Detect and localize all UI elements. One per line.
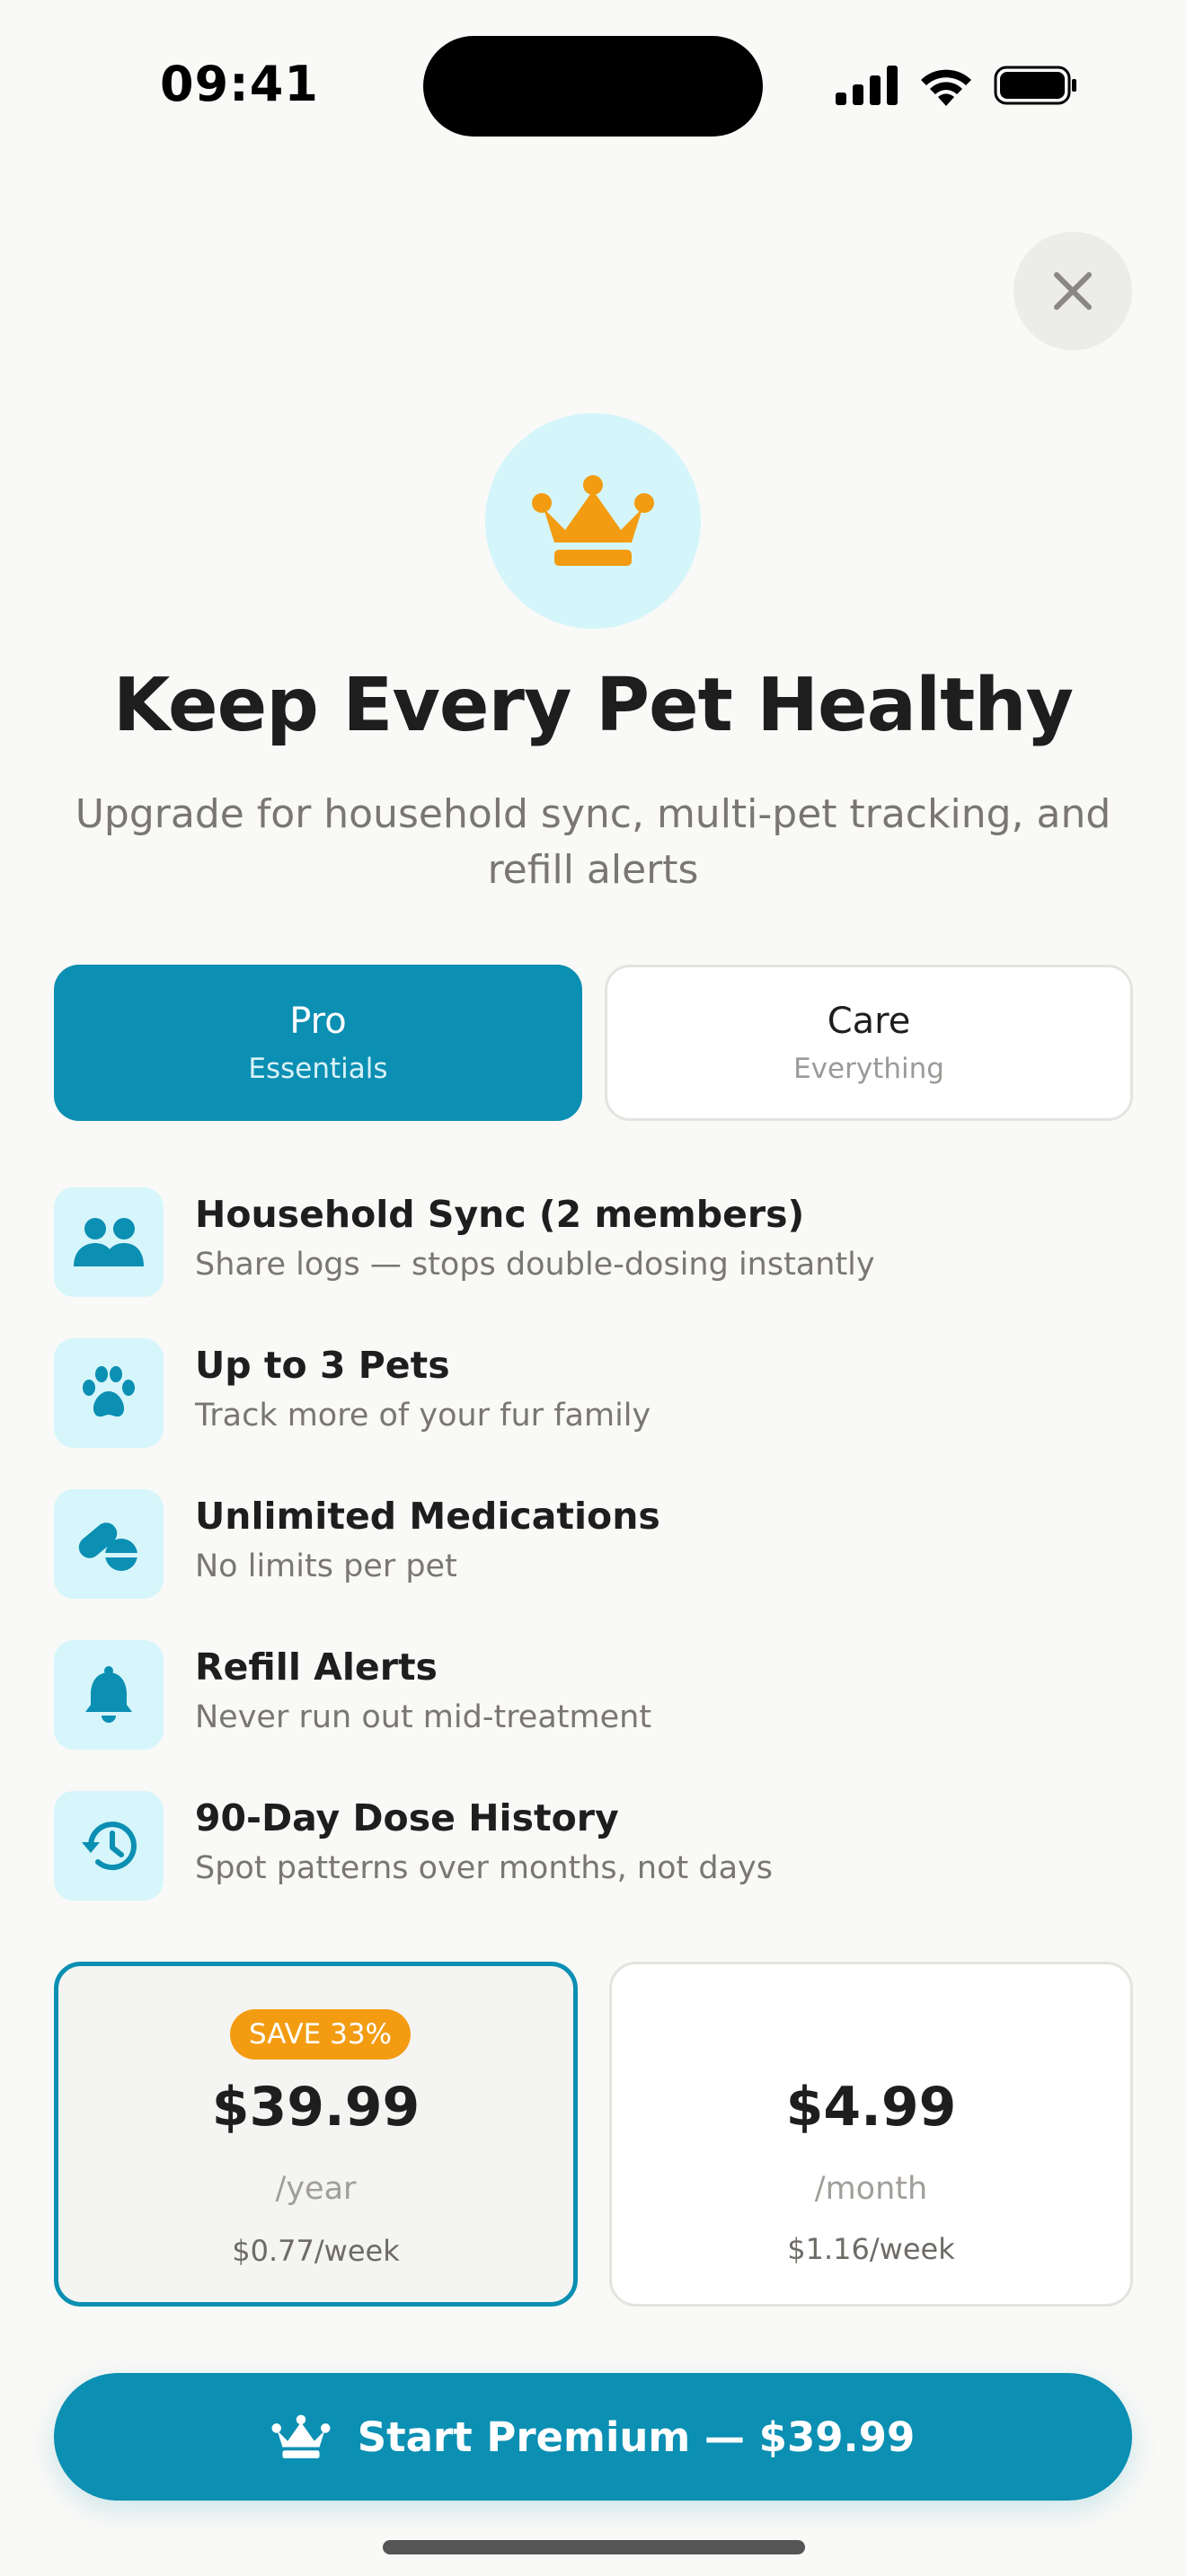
feature-title: Refill Alerts (195, 1645, 438, 1689)
feature-description: Share logs — stops double-dosing instant… (195, 1247, 875, 1283)
feature-title: 90-Day Dose History (195, 1796, 619, 1839)
bell-icon (54, 1640, 164, 1750)
page-title: Keep Every Pet Healthy (112, 663, 1074, 748)
plan-price: $39.99 (211, 2076, 420, 2139)
feature-description: Spot patterns over months, not days (195, 1850, 773, 1886)
close-button[interactable] (1013, 232, 1132, 350)
plan-weekly-price: $0.77/week (232, 2234, 400, 2268)
feature-title: Unlimited Medications (195, 1495, 660, 1538)
battery-icon (994, 66, 1076, 105)
plan-period: /month (814, 2171, 928, 2207)
pills-icon (54, 1489, 164, 1599)
people-icon (54, 1187, 164, 1297)
feature-title: Up to 3 Pets (195, 1344, 450, 1387)
cellular-signal-icon (836, 66, 898, 105)
plan-price: $4.99 (785, 2076, 957, 2139)
status-icons (836, 63, 1078, 108)
page-subtitle: Upgrade for household sync, multi-pet tr… (75, 791, 1111, 893)
feature-pets: Up to 3 Pets Track more of your fur fami… (54, 1338, 1132, 1448)
tier-name: Pro (289, 1001, 347, 1042)
feature-dose-history: 90-Day Dose History Spot patterns over m… (54, 1791, 1132, 1901)
plan-yearly[interactable]: SAVE 33% $39.99 /year $0.77/week (54, 1962, 578, 2307)
hero-badge (485, 413, 701, 629)
save-badge: SAVE 33% (230, 2009, 411, 2060)
crown-icon (532, 475, 654, 566)
home-indicator[interactable] (383, 2540, 805, 2554)
cta-label: Start Premium — $39.99 (357, 2413, 916, 2461)
tier-pro-button[interactable]: Pro Essentials (54, 965, 582, 1121)
plan-monthly[interactable]: $4.99 /month $1.16/week (609, 1962, 1133, 2307)
start-premium-button[interactable]: Start Premium — $39.99 (54, 2373, 1132, 2501)
feature-title: Household Sync (2 members) (195, 1193, 805, 1236)
feature-household-sync: Household Sync (2 members) Share logs — … (54, 1187, 1132, 1297)
plan-weekly-price: $1.16/week (787, 2232, 955, 2266)
tier-subtitle: Everything (793, 1053, 944, 1085)
plan-period: /year (275, 2171, 357, 2207)
tier-care-button[interactable]: Care Everything (605, 965, 1133, 1121)
paw-icon (54, 1338, 164, 1448)
crown-icon (271, 2414, 331, 2458)
feature-medications: Unlimited Medications No limits per pet (54, 1489, 1132, 1599)
feature-refill-alerts: Refill Alerts Never run out mid-treatmen… (54, 1640, 1132, 1750)
tier-name: Care (827, 1001, 911, 1042)
feature-description: Track more of your fur family (195, 1398, 651, 1434)
tier-subtitle: Essentials (248, 1053, 388, 1085)
feature-description: No limits per pet (195, 1548, 457, 1584)
feature-description: Never run out mid-treatment (195, 1699, 652, 1735)
paywall-screen: 09:41 Keep Every Pet Healthy Upgrade for… (0, 0, 1186, 2576)
wifi-icon (921, 69, 971, 106)
dynamic-island (423, 36, 763, 137)
close-icon (1054, 272, 1092, 310)
history-icon (54, 1791, 164, 1901)
status-time: 09:41 (160, 56, 319, 112)
